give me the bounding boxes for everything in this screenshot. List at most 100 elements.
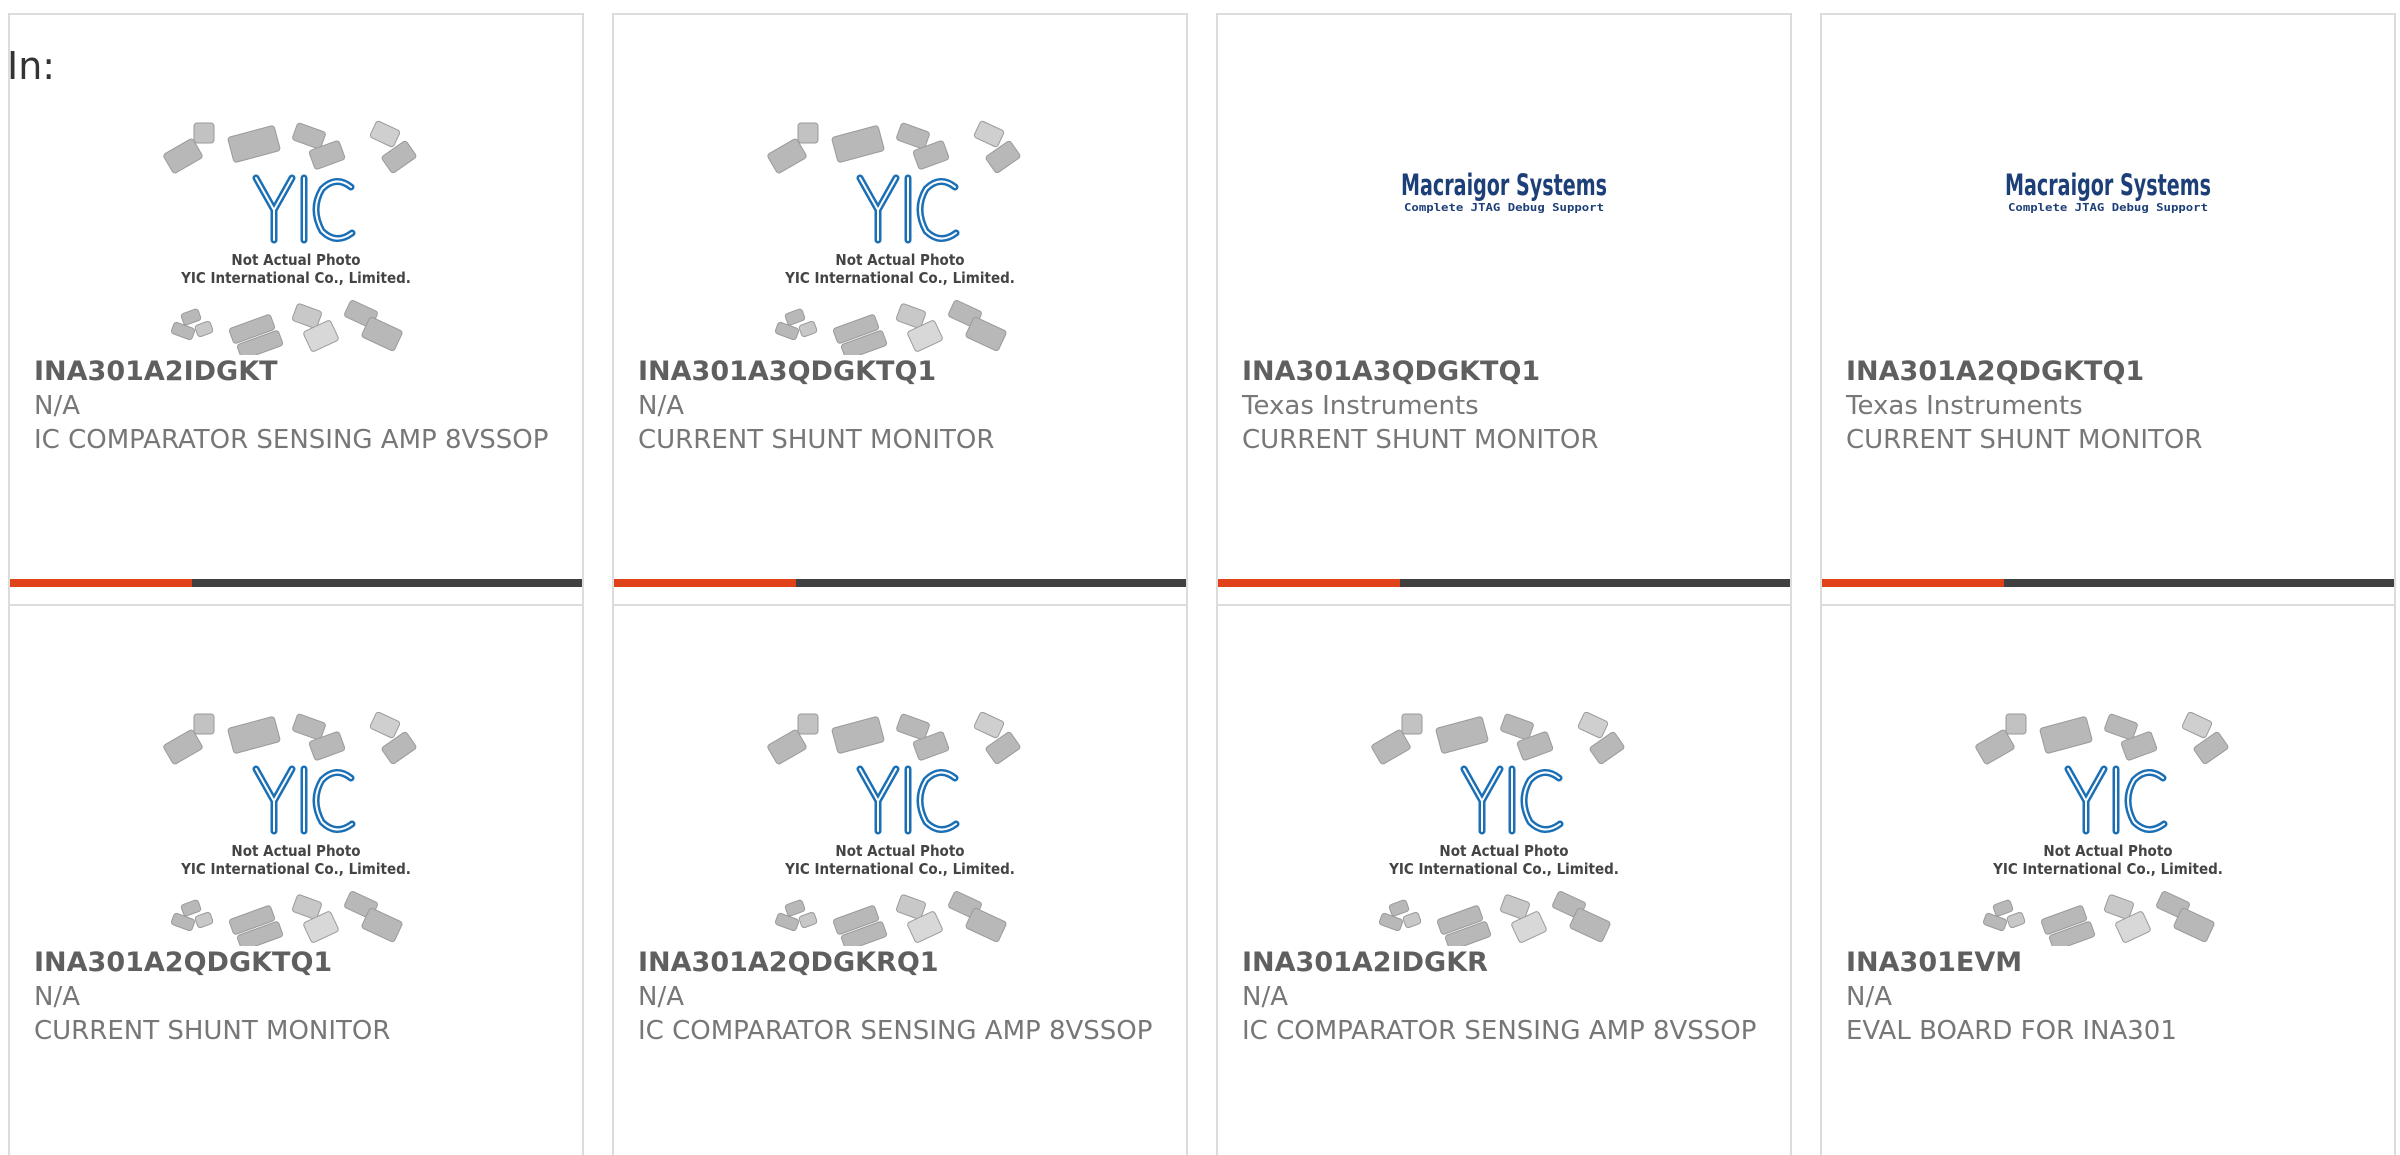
part-number[interactable]: INA301EVM [1846,946,2374,980]
product-card[interactable]: Macraigor Systems Complete JTAG Debug Sup… [1820,13,2396,613]
chip-shape [797,122,819,144]
chip-shape [361,316,403,352]
chip-shape [1589,731,1625,765]
image-caption: Not Actual Photo [1439,842,1568,860]
macraigor-logo-icon: Macraigor SystemsComplete JTAG Debug Sup… [1401,168,1607,214]
chip-shape [831,716,885,754]
product-card[interactable]: Not Actual Photo YIC International Co., L… [8,13,584,613]
chip-shape [194,320,214,338]
card-bar-accent [1822,579,2004,587]
chip-shape [193,713,215,735]
chip-shape [784,308,806,326]
chip-shape [774,912,800,932]
card-bar [10,579,582,587]
manufacturer: N/A [638,391,684,421]
chip-shape [797,713,819,735]
chip-shape [774,321,800,341]
manufacturer: N/A [1846,982,1892,1012]
chip-shape [170,912,196,932]
chip-shape [2193,731,2229,765]
chip-shape [193,122,215,144]
product-image: Not Actual Photo YIC International Co., L… [1218,676,1790,946]
brand-tagline: Complete JTAG Debug Support [1404,201,1604,214]
manufacturer: N/A [1242,982,1288,1012]
image-caption: Not Actual Photo [2043,842,2172,860]
chip-shape [2039,716,2093,754]
part-number[interactable]: INA301A2IDGKR [1242,946,1770,980]
product-image: Macraigor Systems Complete JTAG Debug Sup… [1218,85,1790,355]
image-caption: YIC International Co., Limited. [784,269,1015,287]
placeholder-image: Not Actual PhotoYIC International Co., L… [767,711,1021,946]
chip-shape [180,899,202,917]
chip-shape [2006,911,2026,929]
image-caption: Not Actual Photo [231,842,360,860]
card-bar [1218,579,1790,587]
chip-shape [831,125,885,163]
chip-shape [194,911,214,929]
chip-shape [1500,713,1534,741]
brand-logo-image: Macraigor SystemsComplete JTAG Debug Sup… [1401,168,1607,214]
chip-shape [2005,713,2027,735]
chip-shape [798,320,818,338]
chip-shape [180,308,202,326]
image-caption: Not Actual Photo [231,251,360,269]
part-number[interactable]: INA301A2QDGKRQ1 [638,946,1166,980]
description: CURRENT SHUNT MONITOR [1846,425,2203,455]
chip-shape [369,711,401,739]
chip-shape [973,711,1005,739]
product-card[interactable]: Not Actual Photo YIC International Co., L… [1820,604,2396,1155]
chip-shape [1569,907,1611,943]
yic-logo-icon [856,174,960,244]
product-card[interactable]: Not Actual Photo YIC International Co., L… [8,604,584,1155]
chip-shape [381,140,417,174]
manufacturer: Texas Instruments [1242,391,1479,421]
yic-logo-icon [252,174,356,244]
image-caption: YIC International Co., Limited. [180,860,411,878]
chip-shape [798,911,818,929]
chip-shape [965,907,1007,943]
part-number[interactable]: INA301A2IDGKT [34,355,562,389]
macraigor-logo-icon: Macraigor SystemsComplete JTAG Debug Sup… [2005,168,2211,214]
chip-shape [985,140,1021,174]
chip-shape [1435,716,1489,754]
filter-label: In: [7,44,56,88]
part-number[interactable]: INA301A3QDGKTQ1 [638,355,1166,389]
brand-name: Macraigor Systems [2005,168,2211,202]
product-card[interactable]: Not Actual Photo YIC International Co., L… [612,604,1188,1155]
card-bar [614,579,1186,587]
chip-shape [1401,713,1423,735]
brand-logo-image: Macraigor SystemsComplete JTAG Debug Sup… [2005,168,2211,214]
yic-logo-icon [1460,765,1564,835]
description: EVAL BOARD FOR INA301 [1846,1016,2177,1046]
image-caption: YIC International Co., Limited. [180,269,411,287]
part-number[interactable]: INA301A2QDGKTQ1 [1846,355,2374,389]
description: IC COMPARATOR SENSING AMP 8VSSOP [638,1016,1153,1046]
manufacturer: N/A [34,982,80,1012]
chip-shape [292,713,326,741]
product-image: Not Actual Photo YIC International Co., L… [614,676,1186,946]
image-caption: Not Actual Photo [835,842,964,860]
part-number[interactable]: INA301A3QDGKTQ1 [1242,355,1770,389]
placeholder-image: Not Actual PhotoYIC International Co., L… [163,120,417,355]
chip-shape [1378,912,1404,932]
chip-shape [292,122,326,150]
card-bar-accent [10,579,192,587]
chip-shape [985,731,1021,765]
product-image: Not Actual Photo YIC International Co., L… [614,85,1186,355]
description: CURRENT SHUNT MONITOR [34,1016,391,1046]
yic-logo-icon [856,765,960,835]
product-card[interactable]: Not Actual Photo YIC International Co., L… [1216,604,1792,1155]
image-caption: YIC International Co., Limited. [1388,860,1619,878]
yic-logo-icon [252,765,356,835]
description: CURRENT SHUNT MONITOR [1242,425,1599,455]
chip-shape [784,899,806,917]
part-number[interactable]: INA301A2QDGKTQ1 [34,946,562,980]
chip-shape [1982,912,2008,932]
image-caption: Not Actual Photo [835,251,964,269]
product-card[interactable]: Not Actual Photo YIC International Co., L… [612,13,1188,613]
card-bar-accent [614,579,796,587]
chip-shape [361,907,403,943]
brand-name: Macraigor Systems [1401,168,1607,202]
product-card[interactable]: Macraigor Systems Complete JTAG Debug Sup… [1216,13,1792,613]
product-image: Macraigor Systems Complete JTAG Debug Sup… [1822,85,2394,355]
